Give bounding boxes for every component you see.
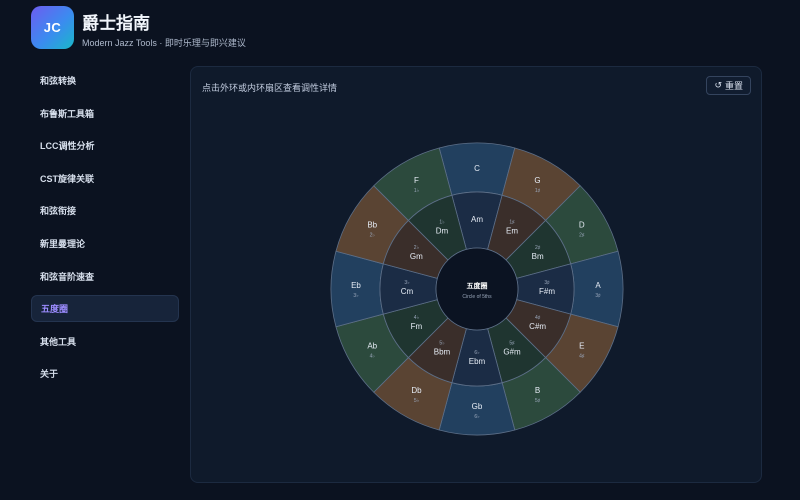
major-key-label: Gb — [472, 402, 483, 411]
minor-key-signature: 1♭ — [439, 219, 444, 225]
major-key-label: D — [579, 221, 585, 230]
major-key-label: C — [474, 164, 480, 173]
minor-key-label: F#m — [539, 287, 555, 296]
minor-key-signature: 4♭ — [414, 315, 419, 321]
major-key-label: F — [414, 176, 419, 185]
minor-key-signature: 6♭ — [474, 350, 479, 356]
major-key-signature: 2♭ — [370, 233, 375, 239]
major-key-label: Db — [411, 386, 422, 395]
major-key-label: E — [579, 342, 584, 351]
major-key-signature: 4♯ — [579, 354, 585, 360]
major-key-signature: 3♭ — [353, 293, 358, 299]
major-key-a[interactable]: A 3♯ — [570, 250, 624, 328]
minor-key-signature: 1♯ — [509, 219, 515, 225]
major-key-gb[interactable]: Gb 6♭ — [438, 382, 516, 436]
circle-of-fifths-wheel: C G 1♯ D 2♯ A 3♯ E 4♯ B 5♯ Gb 6♭ Db 5♭ Ab 4♭ Eb 3♭ Bb 2♭ F 1♭ A… — [330, 142, 624, 436]
major-key-signature: 2♯ — [579, 233, 585, 239]
minor-key-label: Em — [506, 226, 518, 235]
major-key-signature: 5♭ — [414, 398, 419, 404]
major-key-signature: 1♯ — [535, 188, 541, 194]
major-key-signature: 5♯ — [535, 398, 541, 404]
major-key-label: Bb — [367, 221, 377, 230]
minor-key-signature: 5♯ — [509, 341, 515, 347]
minor-key-signature: 3♭ — [404, 280, 409, 286]
major-key-label: Ab — [367, 342, 377, 351]
minor-key-label: Bbm — [434, 348, 451, 357]
minor-key-signature: 4♯ — [535, 315, 541, 321]
major-key-signature: 6♭ — [474, 414, 479, 420]
wheel-center-subtitle: Circle of 5ths — [462, 294, 492, 300]
wheel-center-title: 五度圈 — [467, 281, 488, 290]
minor-key-label: Dm — [436, 226, 449, 235]
major-key-label: G — [534, 176, 540, 185]
major-key-eb[interactable]: Eb 3♭ — [330, 250, 384, 328]
major-key-c[interactable]: C — [438, 142, 516, 196]
major-key-label: B — [535, 386, 540, 395]
minor-key-signature: 2♯ — [535, 245, 541, 251]
minor-key-signature: 2♭ — [414, 245, 419, 251]
major-key-signature: 4♭ — [370, 354, 375, 360]
minor-key-label: G#m — [503, 348, 521, 357]
major-key-label: A — [595, 281, 601, 290]
minor-key-label: Fm — [411, 322, 423, 331]
minor-key-label: Am — [471, 215, 483, 224]
major-key-signature: 3♯ — [595, 293, 601, 299]
minor-key-label: Ebm — [469, 357, 486, 366]
minor-key-label: C#m — [529, 322, 546, 331]
major-key-label: Eb — [351, 281, 361, 290]
major-key-signature: 1♭ — [414, 188, 419, 194]
minor-key-label: Cm — [401, 287, 414, 296]
minor-key-label: Gm — [410, 252, 423, 261]
minor-key-label: Bm — [532, 252, 544, 261]
minor-key-signature: 5♭ — [439, 341, 444, 347]
minor-key-signature: 3♯ — [544, 280, 550, 286]
